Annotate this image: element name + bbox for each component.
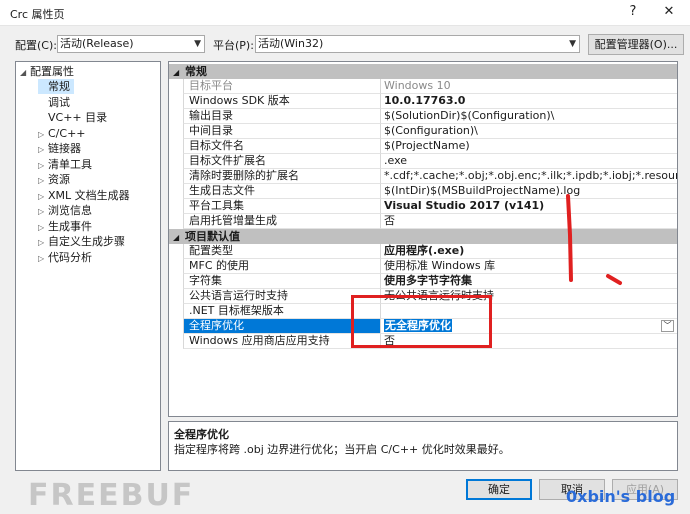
tree-item-linker[interactable]: ▷ 链接器 xyxy=(38,141,81,156)
config-manager-button[interactable]: 配置管理器(O)... xyxy=(588,34,684,55)
collapse-icon[interactable]: ◢ xyxy=(20,65,30,80)
tree-item-build-events[interactable]: ▷ 生成事件 xyxy=(38,219,92,234)
property-row[interactable]: 输出目录 $(SolutionDir)$(Configuration)\ xyxy=(169,109,677,124)
platform-label: 平台(P): xyxy=(213,39,254,52)
property-name: 配置类型 xyxy=(183,244,381,259)
tree-item-cpp[interactable]: ▷ C/C++ xyxy=(38,126,86,141)
expand-icon[interactable]: ▷ xyxy=(38,235,48,250)
property-name: 生成日志文件 xyxy=(183,184,381,199)
blog-watermark: 0xbin's blog xyxy=(566,487,676,506)
tree-item-browse-info[interactable]: ▷ 浏览信息 xyxy=(38,203,92,218)
property-value[interactable]: Visual Studio 2017 (v141) xyxy=(381,199,677,214)
property-value[interactable]: 使用标准 Windows 库 xyxy=(381,259,677,274)
property-row[interactable]: 配置类型 应用程序(.exe) xyxy=(169,244,677,259)
property-grid: ◢ 常规 目标平台 Windows 10 Windows SDK 版本 10.0.… xyxy=(168,61,678,417)
property-tree: ◢ 配置属性 常规 调试 VC++ 目录 ▷ C/C++ ▷ 链接器 ▷ 清单工具 ▷ 资… xyxy=(15,61,161,471)
property-row[interactable]: MFC 的使用 使用标准 Windows 库 xyxy=(169,259,677,274)
window-title: Crc 属性页 xyxy=(10,8,65,21)
property-row[interactable]: 生成日志文件 $(IntDir)$(MSBuildProjectName).lo… xyxy=(169,184,677,199)
expand-icon[interactable]: ▷ xyxy=(38,158,48,173)
tree-item-general[interactable]: 常规 xyxy=(38,79,74,94)
property-value[interactable]: 应用程序(.exe) xyxy=(381,244,677,259)
property-row[interactable]: Windows SDK 版本 10.0.17763.0 xyxy=(169,94,677,109)
property-name: 目标文件扩展名 xyxy=(183,154,381,169)
property-value[interactable]: 使用多字节字符集 xyxy=(381,274,677,289)
property-name: 清除时要删除的扩展名 xyxy=(183,169,381,184)
title-bar: Crc 属性页 ? ✕ xyxy=(0,0,690,26)
property-row[interactable]: 清除时要删除的扩展名 *.cdf;*.cache;*.obj;*.obj.enc… xyxy=(169,169,677,184)
freebuf-watermark: FREEBUF xyxy=(28,478,195,513)
property-row[interactable]: 目标文件扩展名 .exe xyxy=(169,154,677,169)
description-heading: 全程序优化 xyxy=(174,428,229,441)
collapse-icon[interactable]: ◢ xyxy=(169,65,185,80)
help-button[interactable]: ? xyxy=(624,4,642,20)
expand-icon[interactable]: ▷ xyxy=(38,220,48,235)
property-name: 目标平台 xyxy=(183,79,381,94)
config-select[interactable]: 活动(Release) ▼ xyxy=(57,35,205,53)
property-name: 字符集 xyxy=(183,274,381,289)
property-name: 启用托管增量生成 xyxy=(183,214,381,229)
property-value[interactable]: Windows 10 xyxy=(381,79,677,94)
expand-icon[interactable]: ▷ xyxy=(38,204,48,219)
property-name: 输出目录 xyxy=(183,109,381,124)
tree-item-custom-build-step[interactable]: ▷ 自定义生成步骤 xyxy=(38,234,125,249)
tree-item-resources[interactable]: ▷ 资源 xyxy=(38,172,70,187)
chevron-down-icon[interactable]: ﹀ xyxy=(661,320,674,332)
property-value[interactable]: $(ProjectName) xyxy=(381,139,677,154)
close-button[interactable]: ✕ xyxy=(660,4,678,20)
description-panel: 全程序优化 指定程序将跨 .obj 边界进行优化；当开启 C/C++ 优化时效果… xyxy=(168,421,678,471)
property-name: Windows SDK 版本 xyxy=(183,94,381,109)
expand-icon[interactable]: ▷ xyxy=(38,173,48,188)
chevron-down-icon: ▼ xyxy=(194,39,201,49)
property-row[interactable]: 平台工具集 Visual Studio 2017 (v141) xyxy=(169,199,677,214)
tree-item-manifest-tool[interactable]: ▷ 清单工具 xyxy=(38,157,92,172)
annotation-highlight-box xyxy=(351,295,492,348)
expand-icon[interactable]: ▷ xyxy=(38,142,48,157)
collapse-icon[interactable]: ◢ xyxy=(169,230,185,245)
property-value[interactable]: $(IntDir)$(MSBuildProjectName).log xyxy=(381,184,677,199)
platform-select[interactable]: 活动(Win32) ▼ xyxy=(255,35,580,53)
tree-item-debugging[interactable]: 调试 xyxy=(38,95,70,110)
expand-icon[interactable]: ▷ xyxy=(38,189,48,204)
property-name: 平台工具集 xyxy=(183,199,381,214)
platform-select-value: 活动(Win32) xyxy=(258,37,324,50)
tree-item-code-analysis[interactable]: ▷ 代码分析 xyxy=(38,250,92,265)
property-value[interactable]: $(SolutionDir)$(Configuration)\ xyxy=(381,109,677,124)
property-name: 目标文件名 xyxy=(183,139,381,154)
property-value[interactable]: *.cdf;*.cache;*.obj;*.obj.enc;*.ilk;*.ip… xyxy=(381,169,677,184)
tree-item-vc-directories[interactable]: VC++ 目录 xyxy=(38,110,107,125)
property-row[interactable]: 启用托管增量生成 否 xyxy=(169,214,677,229)
property-value[interactable]: 10.0.17763.0 xyxy=(381,94,677,109)
expand-icon[interactable]: ▷ xyxy=(38,251,48,266)
property-name: MFC 的使用 xyxy=(183,259,381,274)
property-value[interactable]: .exe xyxy=(381,154,677,169)
config-select-value: 活动(Release) xyxy=(60,37,134,50)
chevron-down-icon: ▼ xyxy=(569,39,576,49)
property-row[interactable]: 目标平台 Windows 10 xyxy=(169,79,677,94)
config-label: 配置(C): xyxy=(15,39,57,52)
property-row[interactable]: 中间目录 $(Configuration)\ xyxy=(169,124,677,139)
property-value[interactable]: 否 xyxy=(381,214,677,229)
tree-item-config-properties[interactable]: ◢ 配置属性 xyxy=(20,64,74,79)
section-project-defaults[interactable]: ◢ 项目默认值 xyxy=(169,229,677,244)
property-value[interactable]: $(Configuration)\ xyxy=(381,124,677,139)
property-name: 中间目录 xyxy=(183,124,381,139)
description-text: 指定程序将跨 .obj 边界进行优化；当开启 C/C++ 优化时效果最好。 xyxy=(174,443,510,456)
ok-button[interactable]: 确定 xyxy=(466,479,532,500)
config-toolbar: 配置(C): 活动(Release) ▼ 平台(P): 活动(Win32) ▼ … xyxy=(0,31,690,57)
property-row[interactable]: 字符集 使用多字节字符集 xyxy=(169,274,677,289)
section-general[interactable]: ◢ 常规 xyxy=(169,64,677,79)
tree-item-xml-doc-generator[interactable]: ▷ XML 文档生成器 xyxy=(38,188,130,203)
expand-icon[interactable]: ▷ xyxy=(38,127,48,142)
property-row[interactable]: 目标文件名 $(ProjectName) xyxy=(169,139,677,154)
